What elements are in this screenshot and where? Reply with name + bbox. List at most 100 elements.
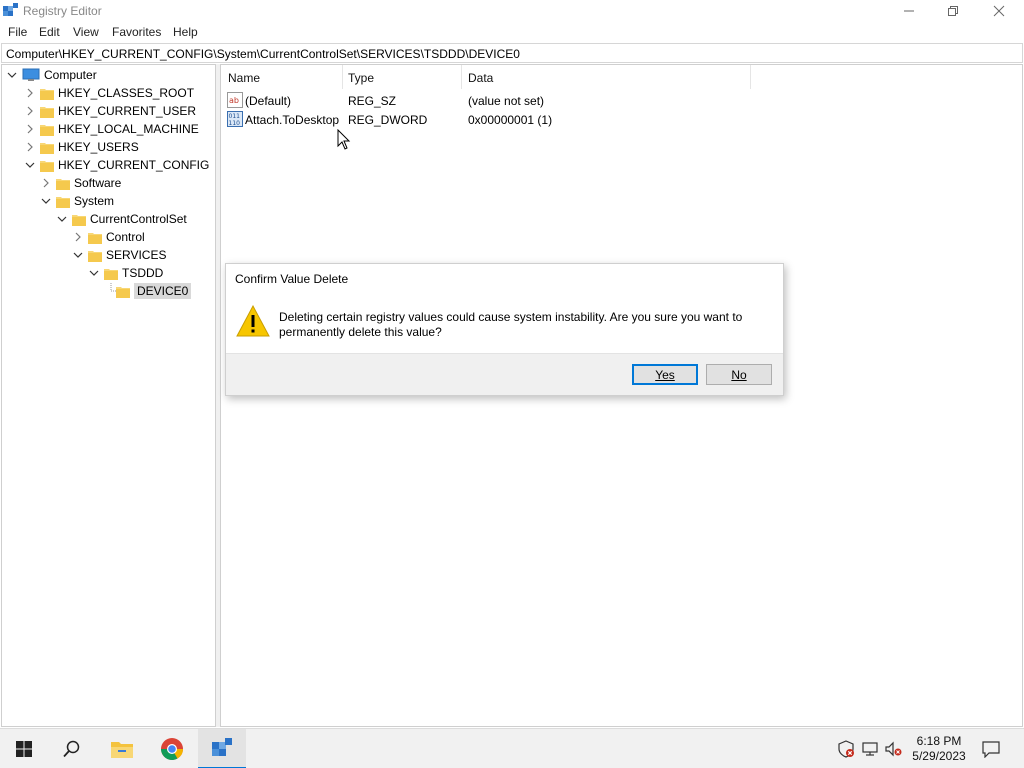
chevron-right-icon[interactable]: [24, 105, 36, 117]
folder-icon: [56, 178, 70, 190]
taskbar: 6:18 PM 5/29/2023: [0, 728, 1024, 768]
yes-button-label: Yes: [655, 367, 675, 382]
chrome-button[interactable]: [148, 729, 196, 768]
registry-editor-taskbar-button[interactable]: [198, 729, 246, 768]
notifications-button[interactable]: [968, 729, 1014, 768]
tree-item-control[interactable]: Control: [72, 228, 145, 246]
chevron-right-icon[interactable]: [24, 87, 36, 99]
column-header-type[interactable]: Type: [341, 65, 462, 89]
tree-item-tsddd[interactable]: TSDDD: [88, 264, 163, 282]
column-header-name[interactable]: Name: [221, 65, 343, 89]
tree-item-label: Control: [106, 230, 145, 244]
security-shield-icon[interactable]: [837, 740, 855, 758]
notification-icon: [982, 741, 1000, 758]
volume-muted-icon[interactable]: [884, 740, 902, 758]
folder-icon: [40, 106, 54, 118]
tree-item-hkey-current-config[interactable]: HKEY_CURRENT_CONFIG: [24, 156, 209, 174]
taskbar-clock[interactable]: 6:18 PM 5/29/2023: [904, 734, 974, 764]
tree-item-label: SERVICES: [106, 248, 167, 262]
tree-item-services[interactable]: SERVICES: [72, 246, 166, 264]
folder-icon: [72, 214, 86, 226]
registry-editor-icon: [212, 738, 232, 756]
tree-item-hkey-users[interactable]: HKEY_USERS: [24, 138, 139, 156]
chevron-down-icon[interactable]: [88, 267, 100, 279]
tree-item-label: Computer: [44, 68, 97, 82]
value-name: Attach.ToDesktop: [245, 113, 340, 127]
chevron-down-icon[interactable]: [56, 213, 68, 225]
tree-item-label: HKEY_CLASSES_ROOT: [58, 86, 195, 100]
tree-item-label: HKEY_USERS: [58, 140, 139, 154]
chevron-right-icon[interactable]: [24, 123, 36, 135]
chevron-down-icon[interactable]: [40, 195, 52, 207]
menu-help[interactable]: Help: [173, 25, 198, 39]
menu-file[interactable]: File: [8, 25, 27, 39]
no-button[interactable]: No: [706, 364, 772, 385]
clock-time: 6:18 PM: [916, 734, 962, 748]
start-button[interactable]: [0, 729, 48, 768]
menu-favorites[interactable]: Favorites: [112, 25, 161, 39]
binary-value-icon: 011 110: [227, 111, 243, 127]
minimize-icon: [904, 10, 914, 12]
warning-icon: [236, 305, 270, 337]
mouse-cursor-icon: [337, 129, 351, 150]
chevron-right-icon[interactable]: [40, 177, 52, 189]
network-icon[interactable]: [861, 740, 879, 758]
search-button[interactable]: [48, 729, 96, 768]
folder-icon: [88, 250, 102, 262]
tree-item-hkey-current-user[interactable]: HKEY_CURRENT_USER: [24, 102, 196, 120]
tree-item-system[interactable]: System: [40, 192, 114, 210]
chrome-icon: [161, 738, 183, 760]
value-data: (value not set): [468, 94, 545, 108]
tree-item-hkey-local-machine[interactable]: HKEY_LOCAL_MACHINE: [24, 120, 199, 138]
key-tree: Computer HKEY_CLASSES_ROOT HKEY_CURRENT_…: [1, 64, 216, 727]
registry-editor-icon: [3, 3, 18, 16]
tree-item-computer[interactable]: Computer: [6, 66, 97, 84]
minimize-button[interactable]: [886, 0, 932, 22]
tree-item-hkey-classes-root[interactable]: HKEY_CLASSES_ROOT: [24, 84, 194, 102]
chevron-down-icon[interactable]: [72, 249, 84, 261]
folder-icon: [88, 232, 102, 244]
file-explorer-button[interactable]: [98, 729, 146, 768]
yes-button[interactable]: Yes: [632, 364, 698, 385]
tree-item-label: DEVICE0: [134, 283, 192, 299]
tree-item-label: CurrentControlSet: [90, 212, 187, 226]
tree-item-device0[interactable]: DEVICE0: [116, 282, 192, 300]
window-title: Registry Editor: [23, 4, 102, 18]
chevron-down-icon[interactable]: [24, 159, 36, 171]
menu-bar: File Edit View Favorites Help: [0, 22, 1024, 42]
tree-item-currentcontrolset[interactable]: CurrentControlSet: [56, 210, 187, 228]
value-row-default[interactable]: ab (Default) REG_SZ (value not set): [221, 91, 761, 110]
svg-text:110: 110: [229, 120, 241, 127]
tree-item-label: HKEY_LOCAL_MACHINE: [58, 122, 199, 136]
folder-open-icon: [116, 286, 130, 298]
folder-icon: [40, 88, 54, 100]
tree-item-software[interactable]: Software: [40, 174, 121, 192]
column-header-data[interactable]: Data: [461, 65, 751, 89]
string-value-icon: ab: [227, 92, 243, 108]
clock-date: 5/29/2023: [912, 749, 966, 763]
chevron-down-icon[interactable]: [6, 69, 18, 81]
tree-item-label: Software: [74, 176, 122, 190]
chevron-right-icon[interactable]: [72, 231, 84, 243]
folder-icon: [40, 142, 54, 154]
tree-item-label: TSDDD: [122, 266, 164, 280]
value-data: 0x00000001 (1): [468, 113, 553, 127]
search-icon: [63, 740, 80, 758]
value-row-attach-todesktop[interactable]: 011 110 Attach.ToDesktop REG_DWORD 0x000…: [221, 110, 761, 129]
chevron-right-icon[interactable]: [24, 141, 36, 153]
tree-item-label: HKEY_CURRENT_CONFIG: [58, 158, 210, 172]
close-icon: [993, 5, 1005, 17]
computer-icon: [22, 68, 40, 81]
file-explorer-icon: [111, 742, 133, 758]
address-bar[interactable]: Computer\HKEY_CURRENT_CONFIG\System\Curr…: [1, 43, 1023, 63]
value-type: REG_DWORD: [348, 113, 428, 127]
no-button-label: No: [731, 367, 747, 382]
svg-text:ab: ab: [229, 96, 239, 105]
close-button[interactable]: [976, 0, 1022, 22]
confirm-delete-dialog: Confirm Value Delete Deleting certain re…: [225, 263, 784, 396]
tree-item-label: HKEY_CURRENT_USER: [58, 104, 197, 118]
menu-edit[interactable]: Edit: [39, 25, 60, 39]
menu-view[interactable]: View: [73, 25, 99, 39]
restore-button[interactable]: [930, 0, 976, 22]
restore-icon: [948, 6, 958, 16]
